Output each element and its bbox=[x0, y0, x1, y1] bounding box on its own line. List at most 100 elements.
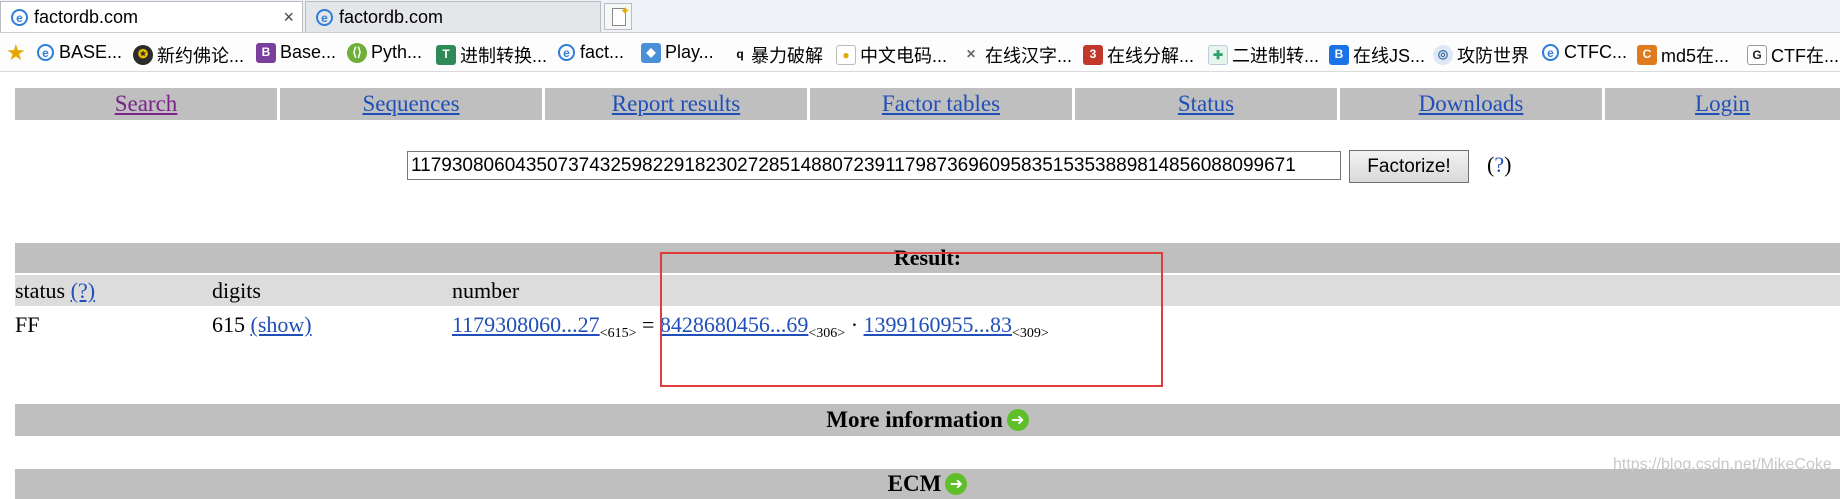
nav-link-downloads[interactable]: Downloads bbox=[1419, 91, 1524, 116]
favorite-label: fact... bbox=[580, 42, 625, 62]
favorite-label: Base... bbox=[280, 42, 337, 62]
ctf-icon: G bbox=[1747, 45, 1767, 65]
new-tab-button[interactable]: ✦ bbox=[604, 3, 632, 30]
favorite-item-ctfc[interactable]: e CTFC... bbox=[1542, 42, 1627, 63]
arrow-icon: ➜ bbox=[1006, 409, 1029, 431]
code-icon: ● bbox=[836, 45, 856, 65]
favorite-label: Pyth... bbox=[371, 42, 423, 62]
base-icon: B bbox=[256, 42, 276, 63]
nav-link-sequences[interactable]: Sequences bbox=[362, 91, 459, 116]
js-icon: B bbox=[1329, 45, 1349, 65]
nav-report-results[interactable]: Report results bbox=[545, 88, 807, 120]
ie-icon: e bbox=[11, 8, 28, 26]
number-input[interactable]: 1179308060435073743259822918230272851488… bbox=[407, 151, 1341, 180]
favorite-label: 中文电码... bbox=[860, 46, 948, 66]
number-link[interactable]: 1179308060...27 bbox=[452, 312, 600, 337]
query-help: (?) bbox=[1487, 152, 1512, 177]
play-icon: ◆ bbox=[641, 42, 661, 63]
favorite-item-ctf[interactable]: G CTF在... bbox=[1747, 42, 1839, 68]
favorites-star-icon[interactable]: ★ bbox=[6, 40, 26, 66]
tab-title: factordb.com bbox=[339, 6, 444, 27]
status-value: FF bbox=[15, 312, 40, 337]
status-help-link[interactable]: (?) bbox=[71, 278, 95, 303]
nav-factor-tables[interactable]: Factor tables bbox=[810, 88, 1072, 120]
nav-sequences[interactable]: Sequences bbox=[280, 88, 542, 120]
nav-search[interactable]: Search bbox=[15, 88, 277, 120]
favorite-label: 在线分解... bbox=[1107, 46, 1195, 66]
more-information-label: More information bbox=[826, 407, 1003, 432]
python-icon: ⟨⟩ bbox=[347, 42, 367, 63]
favorite-item-md5[interactable]: Cmd5在... bbox=[1637, 42, 1729, 68]
factorize-button[interactable]: Factorize! bbox=[1349, 150, 1469, 183]
query-help-link[interactable]: ? bbox=[1494, 152, 1504, 177]
decompose-icon: 3 bbox=[1083, 45, 1103, 65]
nav-link-report-results[interactable]: Report results bbox=[612, 91, 740, 116]
favorite-item-js[interactable]: B 在线JS... bbox=[1329, 42, 1425, 68]
status-column-header: status (?) bbox=[15, 275, 205, 306]
nav-link-login[interactable]: Login bbox=[1695, 91, 1750, 116]
more-information-header[interactable]: More information ➜ bbox=[15, 404, 1840, 436]
favorite-label: BASE... bbox=[59, 42, 123, 62]
favorites-bar: ★ e BASE... ✪ 新约佛论... B Base... ⟨⟩ Pyth... … bbox=[0, 33, 1840, 72]
equals-sign: = bbox=[641, 312, 655, 337]
favorite-label: 在线JS... bbox=[1353, 46, 1426, 66]
status-header-label: status bbox=[15, 278, 66, 303]
attack-icon: ◎ bbox=[1433, 45, 1453, 65]
buddha-icon: ✪ bbox=[133, 45, 153, 65]
favorite-label: CTF在... bbox=[1771, 46, 1839, 66]
favorite-item-hanzi[interactable]: ✕ 在线汉字... bbox=[961, 42, 1072, 68]
favorite-label: 新约佛论... bbox=[157, 46, 245, 66]
favorite-item-base64[interactable]: B Base... bbox=[256, 42, 336, 63]
favorite-item-buddha[interactable]: ✪ 新约佛论... bbox=[133, 42, 244, 68]
nav-login[interactable]: Login bbox=[1605, 88, 1840, 120]
arrow-icon: ➜ bbox=[945, 473, 968, 495]
nav-link-search[interactable]: Search bbox=[115, 91, 178, 116]
nav-downloads[interactable]: Downloads bbox=[1340, 88, 1602, 120]
favorite-item-binary[interactable]: ✚ 二进制转... bbox=[1208, 42, 1319, 68]
favorite-item-factordb[interactable]: e fact... bbox=[558, 42, 624, 63]
digits-column-header: digits bbox=[212, 275, 442, 306]
favorite-label: Play... bbox=[665, 42, 714, 62]
close-tab-icon[interactable]: × bbox=[283, 7, 294, 28]
nav-status[interactable]: Status bbox=[1075, 88, 1337, 120]
tab-title: factordb.com bbox=[34, 6, 139, 27]
favorite-label: md5在... bbox=[1661, 46, 1730, 66]
md5-icon: C bbox=[1637, 45, 1657, 65]
ie-icon: e bbox=[37, 44, 54, 61]
number-digit-count: <615> bbox=[599, 326, 637, 341]
favorite-label: 进制转换... bbox=[460, 46, 548, 66]
digits-cell: 615 (show) bbox=[212, 312, 312, 338]
browser-tab-inactive[interactable]: e factordb.com bbox=[305, 1, 601, 32]
favorite-label: 攻防世界 bbox=[1457, 46, 1529, 66]
convert-icon: T bbox=[436, 45, 456, 65]
show-link[interactable]: (show) bbox=[251, 312, 312, 337]
favorite-item-decompose[interactable]: 3 在线分解... bbox=[1083, 42, 1194, 68]
favorite-item-base[interactable]: e BASE... bbox=[37, 42, 122, 63]
favorite-item-convert[interactable]: T 进制转换... bbox=[436, 42, 547, 68]
ie-icon: e bbox=[316, 8, 333, 26]
nav-link-factor-tables[interactable]: Factor tables bbox=[882, 91, 1000, 116]
q-icon: q bbox=[736, 47, 744, 61]
favorite-item-python[interactable]: ⟨⟩ Pyth... bbox=[347, 42, 422, 63]
favorite-item-playfair[interactable]: ◆ Play... bbox=[641, 42, 714, 63]
digits-value: 615 bbox=[212, 312, 245, 337]
favorite-label: 二进制转... bbox=[1232, 46, 1320, 66]
sparkle-icon: ✦ bbox=[620, 4, 631, 18]
nav-link-status[interactable]: Status bbox=[1178, 91, 1234, 116]
favorite-item-attack[interactable]: ◎ 攻防世界 bbox=[1433, 42, 1529, 68]
browser-tab-active[interactable]: e factordb.com × bbox=[0, 1, 303, 32]
watermark: https://blog.csdn.net/MikeCoke bbox=[1613, 456, 1832, 473]
ie-icon: e bbox=[558, 44, 575, 61]
favorite-label: CTFC... bbox=[1564, 42, 1628, 62]
ecm-label: ECM bbox=[887, 471, 942, 496]
ie-icon: e bbox=[1542, 44, 1559, 61]
favorite-label: 在线汉字... bbox=[985, 46, 1073, 66]
ecm-header[interactable]: ECM ➜ bbox=[15, 469, 1840, 499]
favorite-item-bruteforce[interactable]: q 暴力破解 bbox=[733, 42, 823, 68]
annotation-highlight-box bbox=[660, 252, 1163, 387]
favorite-item-telegraph[interactable]: ● 中文电码... bbox=[836, 42, 947, 68]
favorite-label: 暴力破解 bbox=[751, 46, 823, 66]
binary-icon: ✚ bbox=[1208, 45, 1228, 65]
browser-tab-bar: e factordb.com × e factordb.com ✦ bbox=[0, 0, 1840, 33]
hanzi-icon: ✕ bbox=[965, 47, 977, 61]
